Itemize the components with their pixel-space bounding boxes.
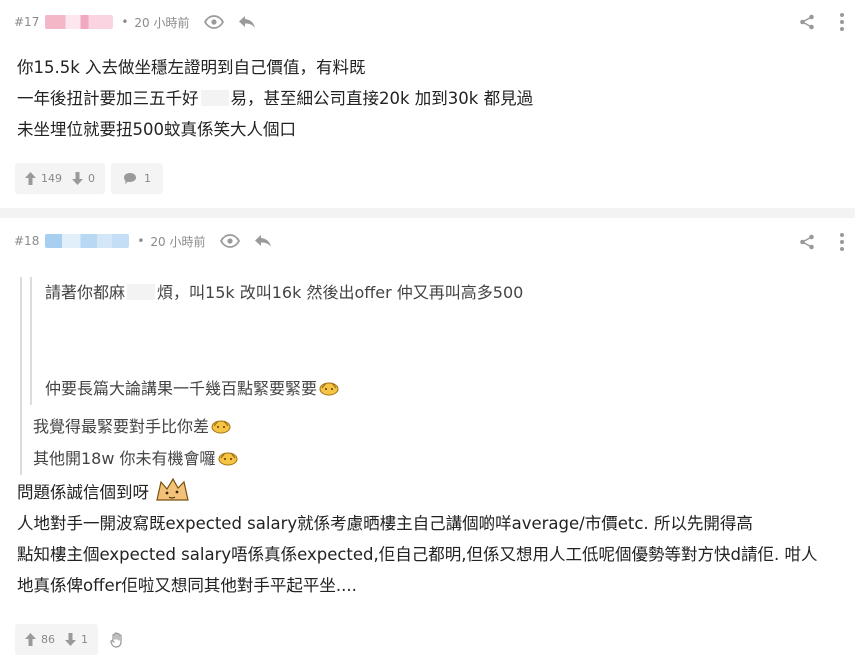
eye-icon[interactable] <box>203 15 224 29</box>
meta-separator: • <box>137 234 145 248</box>
post-time: 20 小時前 <box>150 234 206 249</box>
comment-bubble-icon <box>123 172 137 185</box>
arrow-up-icon[interactable] <box>25 172 36 185</box>
quote-text: 我覺得最緊要對手比你差 <box>33 417 210 436</box>
post-17: #17 • 20 小時前 你15.5k 入去做坐穩左證明到自己價值，有料既 一年… <box>0 0 855 208</box>
clap-hands-emoji-icon <box>319 382 339 396</box>
post-body: 你15.5k 入去做坐穩左證明到自己價值，有料既 一年後扭計要加三五千好 易，甚至… <box>17 52 835 145</box>
post-actions: 149 0 1 <box>15 163 163 194</box>
body-line: 未坐埋位就要扭500蚊真係笑大人個口 <box>17 120 296 139</box>
more-vertical-icon[interactable] <box>839 12 845 32</box>
arrow-down-icon[interactable] <box>65 633 76 646</box>
quote-line: 請著你都麻 煩，叫15k 改叫16k 然後出offer 仲又再叫高多500 <box>45 277 590 309</box>
quote-outer: 請著你都麻 煩，叫15k 改叫16k 然後出offer 仲又再叫高多500 仲要長… <box>20 277 590 475</box>
upvote-count: 86 <box>41 633 55 646</box>
body-text: 易，甚至細公司直接20k 加到30k 都見過 <box>230 89 534 108</box>
post-divider <box>0 208 855 218</box>
post-meta: #18 • 20 小時前 <box>14 230 272 252</box>
quote-text: 煩，叫15k 改叫16k 然後出offer 仲又再叫高多500 <box>157 283 524 302</box>
downvote-count: 0 <box>88 172 95 185</box>
share-icon[interactable] <box>799 14 815 30</box>
quote-text: 仲要長篇大論講果一千幾百點緊要緊要 <box>45 379 318 398</box>
post-number: #18 <box>14 234 40 248</box>
block-button[interactable] <box>104 624 130 655</box>
reply-count: 1 <box>144 172 151 185</box>
downvote-count: 1 <box>81 633 88 646</box>
hand-icon <box>110 631 124 648</box>
arrow-down-icon[interactable] <box>72 172 83 185</box>
meta-separator: • <box>121 15 129 29</box>
post-time: 20 小時前 <box>134 15 190 30</box>
post-actions: 86 1 <box>15 624 130 655</box>
body-line: 人地對手一開波寫既expected salary就係考慮晒樓主自己講個啲咩ave… <box>17 514 753 533</box>
cat-emoji-icon <box>156 477 189 501</box>
quote-text: 請著你都麻 <box>45 283 126 302</box>
quote-inner: 請著你都麻 煩，叫15k 改叫16k 然後出offer 仲又再叫高多500 仲要長… <box>30 277 590 405</box>
body-line: 一年後扭計要加三五千好 易，甚至細公司直接20k 加到30k 都見過 <box>17 83 835 114</box>
quote-line: 我覺得最緊要對手比你差 <box>30 411 590 443</box>
post-number: #17 <box>14 15 40 29</box>
username-redacted[interactable] <box>45 15 114 29</box>
quote-spacer <box>45 309 590 341</box>
censored-blank <box>127 284 156 300</box>
quote-line: 仲要長篇大論講果一千幾百點緊要緊要 <box>45 373 590 405</box>
body-line: 你15.5k 入去做坐穩左證明到自己價值，有料既 <box>17 58 366 77</box>
eye-icon[interactable] <box>219 234 240 248</box>
username-redacted[interactable] <box>45 234 130 248</box>
more-vertical-icon[interactable] <box>839 232 845 252</box>
upvote-count: 149 <box>41 172 62 185</box>
reply-count-button[interactable]: 1 <box>111 163 163 194</box>
body-text: 一年後扭計要加三五千好 <box>17 89 199 108</box>
body-line: 地真係俾offer佢啦又想同其他對手平起平坐.... <box>17 576 357 595</box>
vote-box: 86 1 <box>15 624 98 655</box>
post-body: 問題係誠信個到呀 人地對手一開波寫既expected salary就係考慮晒樓主… <box>17 476 835 601</box>
quote-spacer <box>45 341 590 373</box>
share-icon[interactable] <box>799 234 815 250</box>
post-meta: #17 • 20 小時前 <box>14 11 256 33</box>
vote-box: 149 0 <box>15 163 105 194</box>
reply-arrow-icon[interactable] <box>254 234 272 248</box>
post-18: #18 • 20 小時前 請著你都麻 煩，叫15k 改叫16k 然後出offer … <box>0 218 855 655</box>
body-line: 點知樓主個expected salary唔係真係expected,佢自己都明,但… <box>17 545 818 564</box>
reply-arrow-icon[interactable] <box>238 15 256 29</box>
clap-hands-emoji-icon <box>218 452 238 466</box>
quote-line: 其他開18w 你未有機會囉 <box>30 443 590 475</box>
body-text: 問題係誠信個到呀 <box>17 483 149 502</box>
censored-blank <box>200 90 229 106</box>
quote-text: 其他開18w 你未有機會囉 <box>33 449 216 468</box>
body-line: 問題係誠信個到呀 <box>17 476 835 508</box>
clap-hands-emoji-icon <box>211 420 231 434</box>
arrow-up-icon[interactable] <box>25 633 36 646</box>
